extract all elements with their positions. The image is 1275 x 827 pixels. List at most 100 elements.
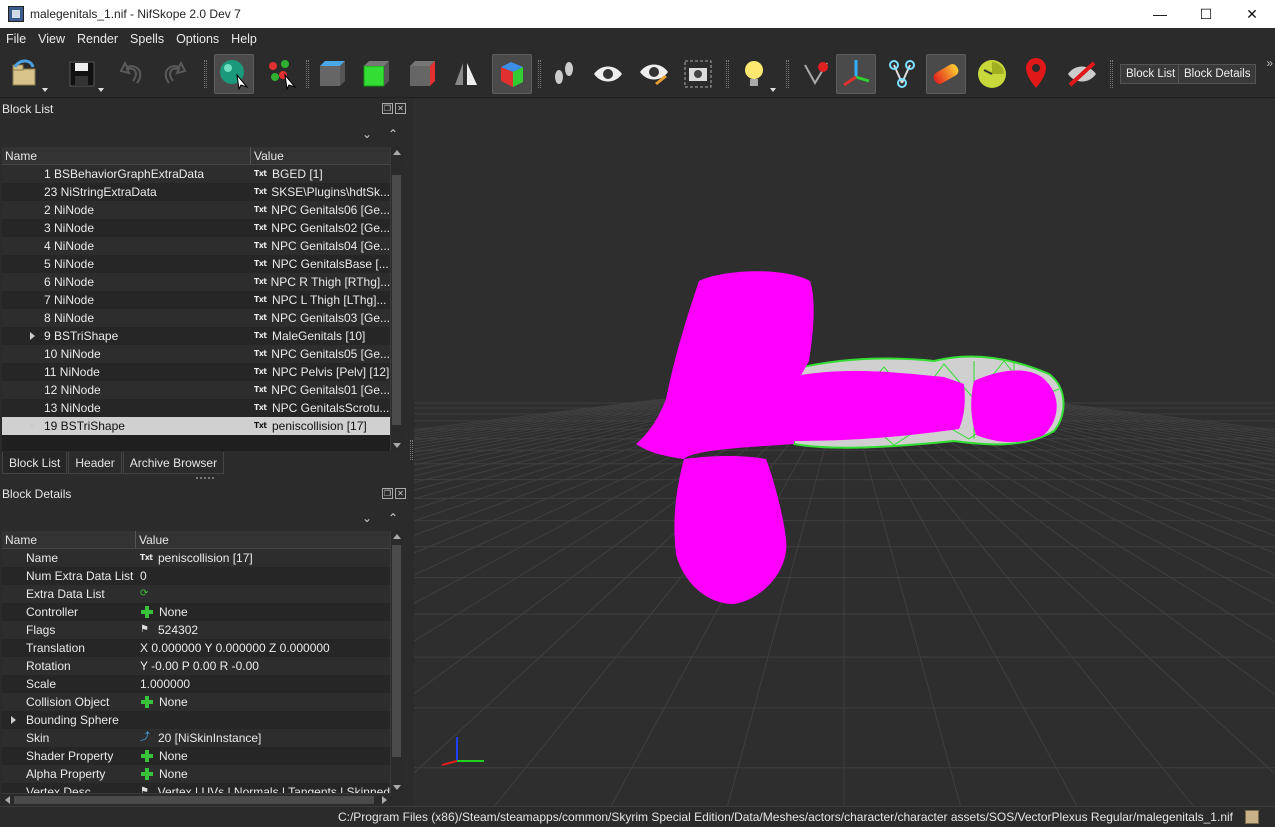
detail-row[interactable]: Flags ⚑ 524302 bbox=[2, 621, 390, 639]
view-flip-icon[interactable] bbox=[446, 54, 486, 94]
expand-arrow-icon[interactable] bbox=[30, 332, 35, 340]
detail-row[interactable]: Controller None bbox=[2, 603, 390, 621]
field-value[interactable]: None bbox=[159, 603, 188, 621]
viewport-canvas[interactable] bbox=[414, 99, 1275, 806]
field-value[interactable]: peniscollision [17] bbox=[158, 549, 253, 567]
hide-icon[interactable] bbox=[1062, 54, 1102, 94]
view-perspective-icon[interactable] bbox=[492, 54, 532, 94]
detail-row[interactable]: Shader Property None bbox=[2, 747, 390, 765]
block-list-row[interactable]: 9 BSTriShape Txt MaleGenitals [10] bbox=[2, 327, 390, 345]
expand-arrow-icon[interactable] bbox=[30, 422, 35, 430]
show-nodes-icon[interactable] bbox=[882, 54, 922, 94]
float-icon[interactable]: ❐ bbox=[382, 488, 393, 499]
show-vertices-icon[interactable] bbox=[796, 54, 836, 94]
collapse-all-icon[interactable]: ⌄ bbox=[362, 127, 372, 141]
load-icon[interactable] bbox=[6, 54, 48, 94]
block-list-row[interactable]: 12 NiNode Txt NPC Genitals01 [Ge... bbox=[2, 381, 390, 399]
block-list-row[interactable]: 19 BSTriShape Txt peniscollision [17] bbox=[2, 417, 390, 435]
maximize-button[interactable]: ☐ bbox=[1183, 0, 1229, 28]
block-list-scrollbar[interactable] bbox=[390, 147, 402, 451]
redo-icon[interactable] bbox=[154, 54, 194, 94]
field-value[interactable]: Vertex | UVs | Normals | Tangents | Skin… bbox=[158, 783, 390, 793]
block-list-row[interactable]: 6 NiNode Txt NPC R Thigh [RThg]... bbox=[2, 273, 390, 291]
block-list-row[interactable]: 5 NiNode Txt NPC GenitalsBase [... bbox=[2, 255, 390, 273]
block-details-hscrollbar[interactable] bbox=[2, 793, 390, 805]
detail-row[interactable]: Translation X 0.000000 Y 0.000000 Z 0.000… bbox=[2, 639, 390, 657]
field-value[interactable]: None bbox=[159, 693, 188, 711]
close-icon[interactable]: ✕ bbox=[395, 488, 406, 499]
view-front-icon[interactable] bbox=[356, 54, 396, 94]
render-viewport[interactable] bbox=[414, 99, 1275, 806]
close-icon[interactable]: ✕ bbox=[395, 103, 406, 114]
select-object-icon[interactable] bbox=[214, 54, 254, 94]
field-value[interactable]: None bbox=[159, 765, 188, 783]
detail-row[interactable]: Num Extra Data List 0 bbox=[2, 567, 390, 585]
block-list-row[interactable]: 13 NiNode Txt NPC GenitalsScrotu... bbox=[2, 399, 390, 417]
detail-row[interactable]: Rotation Y -0.00 P 0.00 R -0.00 bbox=[2, 657, 390, 675]
detail-row[interactable]: Alpha Property None bbox=[2, 765, 390, 783]
block-list-col-value[interactable]: Value bbox=[251, 147, 390, 164]
show-axes-icon[interactable] bbox=[836, 54, 876, 94]
show-collision-icon[interactable] bbox=[926, 54, 966, 94]
menu-render[interactable]: Render bbox=[71, 28, 124, 50]
block-list-row[interactable]: 10 NiNode Txt NPC Genitals05 [Ge... bbox=[2, 345, 390, 363]
field-value[interactable]: 0 bbox=[140, 567, 147, 585]
menu-options[interactable]: Options bbox=[170, 28, 225, 50]
block-list-row[interactable]: 11 NiNode Txt NPC Pelvis [Pelv] [12] bbox=[2, 363, 390, 381]
show-icon[interactable] bbox=[588, 54, 628, 94]
minimize-button[interactable]: — bbox=[1137, 0, 1183, 28]
float-icon[interactable]: ❐ bbox=[382, 103, 393, 114]
block-details-col-value[interactable]: Value bbox=[136, 531, 390, 548]
expand-all-icon[interactable]: ⌃ bbox=[388, 127, 398, 141]
collapse-all-icon[interactable]: ⌄ bbox=[362, 511, 372, 525]
block-list-row[interactable]: 2 NiNode Txt NPC Genitals06 [Ge... bbox=[2, 201, 390, 219]
field-value[interactable]: X 0.000000 Y 0.000000 Z 0.000000 bbox=[140, 639, 330, 657]
detail-row[interactable]: Extra Data List ⟳ bbox=[2, 585, 390, 603]
field-value[interactable]: 20 [NiSkinInstance] bbox=[158, 729, 261, 747]
vertical-splitter[interactable] bbox=[410, 440, 413, 460]
tab-block-list[interactable]: Block List bbox=[2, 452, 68, 474]
field-value[interactable]: Y -0.00 P 0.00 R -0.00 bbox=[140, 657, 259, 675]
menu-spells[interactable]: Spells bbox=[124, 28, 170, 50]
walk-mode-icon[interactable] bbox=[544, 54, 584, 94]
field-value[interactable]: 524302 bbox=[158, 621, 198, 639]
block-list-row[interactable]: 7 NiNode Txt NPC L Thigh [LThg]... bbox=[2, 291, 390, 309]
detail-row[interactable]: Collision Object None bbox=[2, 693, 390, 711]
view-top-icon[interactable] bbox=[312, 54, 352, 94]
tab-archive-browser[interactable]: Archive Browser bbox=[122, 452, 225, 474]
block-list-row[interactable]: 8 NiNode Txt NPC Genitals03 [Ge... bbox=[2, 309, 390, 327]
expand-arrow-icon[interactable] bbox=[11, 716, 16, 724]
block-details-toggle-button[interactable]: Block Details bbox=[1178, 64, 1257, 84]
detail-row[interactable]: Scale 1.000000 bbox=[2, 675, 390, 693]
show-constraints-icon[interactable] bbox=[972, 54, 1012, 94]
toolbar-overflow-icon[interactable]: » bbox=[1266, 56, 1273, 70]
save-icon[interactable] bbox=[62, 54, 104, 94]
detail-row[interactable]: Vertex Desc ⚑ Vertex | UVs | Normals | Tan… bbox=[2, 783, 390, 793]
select-vertex-icon[interactable] bbox=[262, 54, 302, 94]
screenshot-icon[interactable] bbox=[678, 54, 718, 94]
detail-row[interactable]: Bounding Sphere bbox=[2, 711, 390, 729]
menu-file[interactable]: File bbox=[0, 28, 32, 50]
field-value[interactable]: None bbox=[159, 747, 188, 765]
detail-row[interactable]: Name Txt peniscollision [17] bbox=[2, 549, 390, 567]
show-hidden-icon[interactable] bbox=[634, 54, 674, 94]
block-details-scrollbar[interactable] bbox=[390, 531, 402, 793]
block-list-row[interactable]: 23 NiStringExtraData Txt SKSE\Plugins\hdtS… bbox=[2, 183, 390, 201]
show-markers-icon[interactable] bbox=[1016, 54, 1056, 94]
tab-header[interactable]: Header bbox=[68, 452, 122, 474]
lighting-icon[interactable] bbox=[734, 54, 776, 94]
field-value[interactable]: 1.000000 bbox=[140, 675, 190, 693]
block-list-col-name[interactable]: Name bbox=[2, 147, 251, 164]
menu-help[interactable]: Help bbox=[225, 28, 263, 50]
view-side-icon[interactable] bbox=[402, 54, 442, 94]
detail-row[interactable]: Skin ⤴ 20 [NiSkinInstance] bbox=[2, 729, 390, 747]
expand-all-icon[interactable]: ⌃ bbox=[388, 511, 398, 525]
close-button[interactable]: ✕ bbox=[1229, 0, 1275, 28]
block-list-row[interactable]: 1 BSBehaviorGraphExtraData Txt BGED [1] bbox=[2, 165, 390, 183]
menu-view[interactable]: View bbox=[32, 28, 71, 50]
undo-icon[interactable] bbox=[112, 54, 152, 94]
block-list-row[interactable]: 3 NiNode Txt NPC Genitals02 [Ge... bbox=[2, 219, 390, 237]
block-list-toggle-button[interactable]: Block List bbox=[1120, 64, 1182, 84]
splitter-handle[interactable] bbox=[196, 477, 214, 479]
block-details-col-name[interactable]: Name bbox=[2, 531, 136, 548]
